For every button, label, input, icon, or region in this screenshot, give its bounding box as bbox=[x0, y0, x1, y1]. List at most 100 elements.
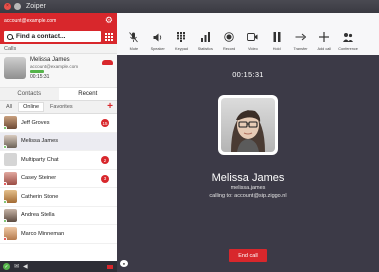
keypad-button[interactable]: Keypad bbox=[170, 13, 194, 55]
mic-off-icon bbox=[129, 30, 139, 44]
contact-name: Casey Steiner bbox=[21, 175, 57, 182]
keypad-label: Keypad bbox=[175, 47, 188, 51]
list-item[interactable]: Marco Minneman bbox=[0, 225, 117, 244]
list-item[interactable]: Melissa James bbox=[0, 132, 117, 151]
statistics-button[interactable]: Statistics bbox=[193, 13, 217, 55]
dialpad-icon[interactable] bbox=[105, 32, 113, 41]
conference-label: Conference bbox=[338, 47, 358, 51]
list-item[interactable]: Catherin Stone bbox=[0, 188, 117, 207]
status-busy-icon bbox=[3, 181, 7, 186]
avatar bbox=[3, 227, 17, 242]
add-contact-button[interactable]: + bbox=[107, 102, 113, 112]
status-online-icon bbox=[3, 126, 7, 131]
contact-username: melissa.james bbox=[230, 185, 266, 191]
title-bar: × Zoiper bbox=[0, 0, 379, 13]
transfer-button[interactable]: Transfer bbox=[289, 13, 313, 55]
transfer-icon bbox=[295, 30, 306, 44]
unread-badge: 3 bbox=[101, 174, 109, 183]
call-panel: Mute Speaker Keypad Statistics Record Vi… bbox=[117, 13, 379, 272]
record-icon bbox=[224, 30, 234, 44]
video-icon bbox=[247, 30, 258, 44]
unread-badge: 15 bbox=[101, 119, 109, 127]
list-item[interactable]: Andrea Stella bbox=[0, 207, 117, 225]
contact-list: Jeff Groves 15 Melissa James Multiparty … bbox=[0, 114, 117, 244]
active-call-item[interactable]: Melissa James account@example.com 00:15:… bbox=[0, 54, 117, 88]
list-item[interactable]: Casey Steiner 3 bbox=[0, 170, 117, 188]
call-timer: 00:15:31 bbox=[30, 74, 50, 80]
contact-photo bbox=[218, 95, 278, 155]
unread-badge: 2 bbox=[101, 156, 109, 164]
conference-icon bbox=[343, 30, 354, 44]
window-title: Zoiper bbox=[26, 3, 46, 10]
contact-name: Jeff Groves bbox=[21, 119, 50, 126]
status-online-icon bbox=[3, 144, 7, 149]
contact-name: Melissa James bbox=[21, 138, 58, 145]
speaker-icon bbox=[153, 30, 163, 44]
filter-tabs: All Online Favorites + bbox=[0, 101, 117, 114]
contact-name: Andrea Stella bbox=[21, 212, 55, 219]
close-window-button[interactable]: × bbox=[4, 3, 11, 10]
call-account: account@example.com bbox=[30, 64, 79, 69]
list-item[interactable]: Jeff Groves 15 bbox=[0, 114, 117, 133]
hangup-icon[interactable] bbox=[102, 60, 113, 65]
chat-bubble-icon[interactable]: ● bbox=[120, 260, 128, 267]
gear-icon[interactable]: ⚙ bbox=[105, 15, 113, 26]
status-online-icon bbox=[3, 200, 7, 205]
calling-to-text: calling to: account@sip.ziggo.nl bbox=[209, 193, 287, 199]
tab-contacts[interactable]: Contacts bbox=[0, 88, 59, 100]
avatar bbox=[3, 171, 17, 186]
statistics-label: Statistics bbox=[197, 47, 213, 51]
add-call-label: Add call bbox=[317, 47, 332, 51]
status-online-icon bbox=[3, 218, 7, 223]
minimize-window-button[interactable] bbox=[14, 3, 21, 10]
calls-header: Calls bbox=[0, 44, 117, 54]
search-input[interactable]: Find a contact... bbox=[4, 31, 101, 42]
avatar bbox=[4, 57, 26, 79]
contact-name: Multiparty Chat bbox=[21, 156, 59, 163]
sidebar: account@example.com ⚙ Find a contact... … bbox=[0, 13, 117, 272]
avatar bbox=[3, 116, 17, 131]
filter-online[interactable]: Online bbox=[18, 102, 45, 112]
status-bar: ✓ ✉ ◀ bbox=[0, 261, 117, 272]
check-icon[interactable]: ✓ bbox=[3, 263, 10, 270]
speaker-label: Speaker bbox=[150, 47, 165, 51]
speaker-button[interactable]: Speaker bbox=[146, 13, 170, 55]
contact-name: Melissa James bbox=[211, 172, 285, 184]
search-icon bbox=[7, 33, 13, 40]
pause-icon bbox=[273, 30, 281, 44]
add-call-button[interactable]: Add call bbox=[312, 13, 336, 55]
call-toolbar: Mute Speaker Keypad Statistics Record Vi… bbox=[117, 13, 379, 55]
record-indicator-icon bbox=[107, 264, 113, 269]
video-button[interactable]: Video bbox=[241, 13, 265, 55]
mute-button[interactable]: Mute bbox=[122, 13, 146, 55]
mail-icon[interactable]: ✉ bbox=[14, 263, 19, 270]
search-row: Find a contact... bbox=[0, 29, 117, 44]
plus-icon bbox=[319, 30, 330, 44]
group-chat-icon bbox=[4, 153, 17, 167]
conference-button[interactable]: Conference bbox=[336, 13, 360, 55]
video-label: Video bbox=[248, 47, 258, 51]
tab-recent[interactable]: Recent bbox=[58, 88, 117, 100]
speaker-icon[interactable]: ◀ bbox=[23, 263, 28, 270]
end-call-button[interactable]: End call bbox=[229, 249, 267, 262]
avatar bbox=[3, 208, 17, 223]
hold-label: Hold bbox=[272, 47, 281, 51]
filter-favorites[interactable]: Favorites bbox=[46, 103, 77, 111]
statistics-icon bbox=[200, 30, 210, 44]
contact-name: Marco Minneman bbox=[21, 230, 65, 237]
status-busy-icon bbox=[3, 237, 7, 242]
account-address: account@example.com bbox=[4, 18, 57, 24]
list-item[interactable]: Multiparty Chat 2 bbox=[0, 151, 117, 170]
hold-button[interactable]: Hold bbox=[265, 13, 289, 55]
record-button[interactable]: Record bbox=[217, 13, 241, 55]
contacts-tabs: Contacts Recent bbox=[0, 88, 117, 101]
avatar bbox=[3, 134, 17, 149]
account-bar: account@example.com ⚙ bbox=[0, 13, 117, 29]
call-duration: 00:15:31 bbox=[232, 70, 264, 79]
mute-label: Mute bbox=[129, 47, 139, 51]
filter-all[interactable]: All bbox=[2, 103, 16, 111]
search-placeholder: Find a contact... bbox=[16, 33, 66, 40]
contact-name: Catherin Stone bbox=[21, 193, 59, 200]
keypad-icon bbox=[177, 30, 186, 44]
call-contact-name: Melissa James bbox=[30, 57, 70, 63]
